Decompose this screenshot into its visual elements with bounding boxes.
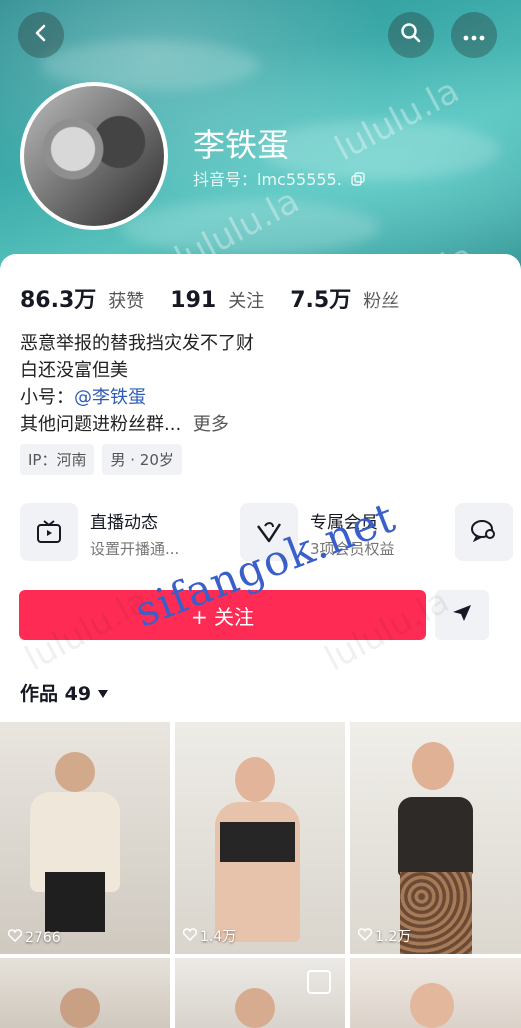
bio: 恶意举报的替我挡灾发不了财 白还没富但美 小号：@李铁蛋 其他问题进粉丝群...… — [20, 330, 254, 438]
heart-icon — [182, 927, 198, 945]
video-likes: 1.4万 — [182, 926, 237, 946]
multi-image-icon — [307, 970, 331, 994]
video-likes-count: 2766 — [25, 929, 61, 946]
heart-icon — [357, 927, 373, 945]
copy-icon[interactable] — [351, 171, 365, 190]
person-figure — [60, 988, 100, 1028]
bio-prefix: 小号： — [20, 387, 74, 408]
ip-tag: IP：河南 — [20, 444, 95, 475]
back-button[interactable] — [18, 12, 64, 58]
person-figure — [55, 752, 95, 792]
video-likes-count: 1.2万 — [375, 929, 412, 945]
video-likes: 2766 — [7, 929, 61, 946]
bio-line: 恶意举报的替我挡灾发不了财 — [20, 333, 254, 354]
video-thumbnail[interactable] — [0, 958, 170, 1028]
more-dots-icon — [463, 26, 485, 45]
chat-bubble-icon — [470, 518, 498, 546]
bio-more-link[interactable]: 更多 — [193, 414, 229, 435]
video-thumbnail[interactable]: 1.2万 — [350, 722, 521, 954]
info-tags: IP：河南 男 · 20岁 — [20, 444, 182, 475]
person-figure — [410, 983, 454, 1028]
live-card-title: 直播动态 — [90, 513, 158, 533]
caret-down-icon — [97, 682, 109, 704]
person-figure — [398, 797, 473, 877]
video-thumbnail[interactable] — [175, 958, 345, 1028]
bio-line: 其他问题进粉丝群... 更多 — [20, 411, 254, 438]
douyin-id-text: 抖音号：lmc55555. — [193, 170, 342, 189]
search-button[interactable] — [388, 12, 434, 58]
bio-line: 白还没富但美 — [20, 360, 128, 381]
avatar-image — [24, 86, 164, 226]
person-figure — [220, 822, 295, 862]
profile-name: 李铁蛋 — [193, 126, 290, 164]
likes-count[interactable]: 86.3万 — [20, 282, 96, 314]
alt-account-link[interactable]: @李铁蛋 — [74, 387, 146, 408]
more-button[interactable] — [451, 12, 497, 58]
person-figure — [235, 757, 275, 802]
video-thumbnail[interactable]: 1.4万 — [175, 722, 345, 954]
person-figure — [412, 742, 454, 790]
person-figure — [45, 872, 105, 932]
bio-text: 其他问题进粉丝群... — [20, 414, 182, 435]
tv-icon — [20, 503, 78, 561]
works-tab[interactable]: 作品 49 — [20, 679, 109, 706]
following-label: 关注 — [228, 291, 265, 312]
following-count[interactable]: 191 — [170, 288, 216, 313]
likes-label: 获赞 — [108, 291, 145, 312]
video-thumbnail[interactable] — [350, 958, 521, 1028]
search-icon — [400, 22, 422, 48]
live-card-subtitle: 设置开播通... — [90, 540, 180, 558]
gender-age-tag: 男 · 20岁 — [102, 444, 182, 475]
video-likes-count: 1.4万 — [200, 929, 237, 945]
bio-line: 小号：@李铁蛋 — [20, 384, 254, 411]
water-highlight — [40, 40, 260, 90]
video-likes: 1.2万 — [357, 926, 412, 946]
chevron-left-icon — [31, 23, 51, 47]
person-figure — [235, 988, 275, 1028]
video-thumbnail[interactable]: 2766 — [0, 722, 170, 954]
heart-icon — [7, 929, 23, 946]
avatar[interactable] — [20, 82, 168, 230]
followers-count[interactable]: 7.5万 — [290, 282, 351, 314]
works-label: 作品 49 — [20, 683, 92, 705]
message-button[interactable] — [455, 503, 513, 561]
